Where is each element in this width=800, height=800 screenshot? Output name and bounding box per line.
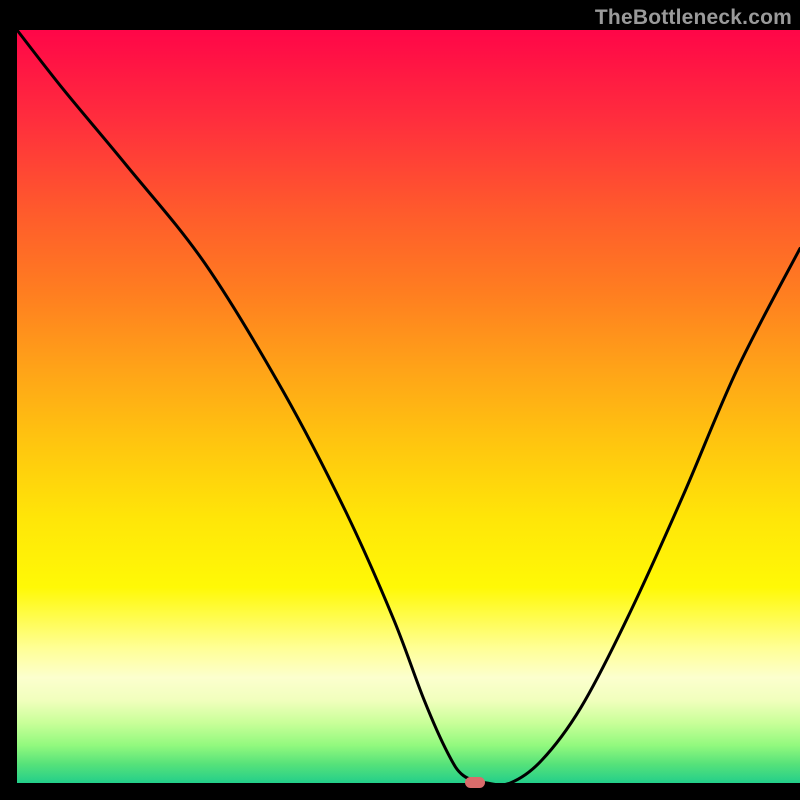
chart-stage: TheBottleneck.com [0,0,800,800]
valley-marker [465,777,485,788]
bottleneck-curve-svg [17,30,800,783]
bottleneck-curve-path [17,30,800,785]
watermark-text: TheBottleneck.com [595,6,792,30]
